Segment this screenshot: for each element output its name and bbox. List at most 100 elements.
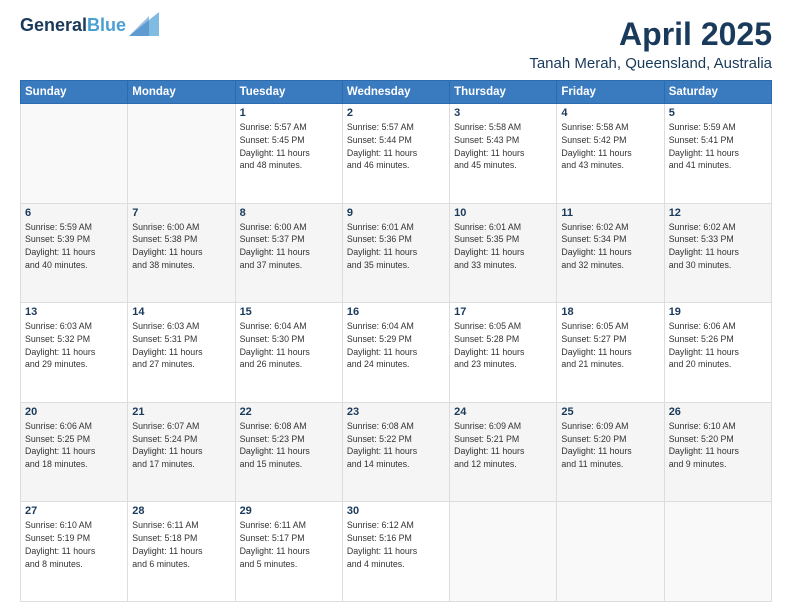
day-info: Sunrise: 5:57 AM Sunset: 5:45 PM Dayligh… xyxy=(240,121,338,172)
day-info: Sunrise: 6:02 AM Sunset: 5:33 PM Dayligh… xyxy=(669,221,767,272)
day-cell: 22 Sunrise: 6:08 AM Sunset: 5:23 PM Dayli… xyxy=(235,402,342,502)
week-row-1: 1Sunrise: 5:57 AM Sunset: 5:45 PM Daylig… xyxy=(21,104,772,204)
day-info: Sunrise: 6:08 AM Sunset: 5:23 PM Dayligh… xyxy=(240,420,338,471)
day-cell: 1Sunrise: 5:57 AM Sunset: 5:45 PM Daylig… xyxy=(235,104,342,204)
day-cell: 14 Sunrise: 6:03 AM Sunset: 5:31 PM Dayli… xyxy=(128,303,235,403)
day-number: 4 xyxy=(561,107,659,119)
day-number: 16 xyxy=(347,306,445,318)
day-cell: 21 Sunrise: 6:07 AM Sunset: 5:24 PM Dayli… xyxy=(128,402,235,502)
day-cell: 8 Sunrise: 6:00 AM Sunset: 5:37 PM Daylig… xyxy=(235,203,342,303)
day-number: 2 xyxy=(347,107,445,119)
day-info: Sunrise: 6:04 AM Sunset: 5:29 PM Dayligh… xyxy=(347,320,445,371)
weekday-wednesday: Wednesday xyxy=(342,81,449,104)
day-cell: 13 Sunrise: 6:03 AM Sunset: 5:32 PM Dayli… xyxy=(21,303,128,403)
week-row-4: 20 Sunrise: 6:06 AM Sunset: 5:25 PM Dayli… xyxy=(21,402,772,502)
day-number: 7 xyxy=(132,207,230,219)
day-number: 5 xyxy=(669,107,767,119)
day-cell: 24 Sunrise: 6:09 AM Sunset: 5:21 PM Dayli… xyxy=(450,402,557,502)
day-info: Sunrise: 6:01 AM Sunset: 5:36 PM Dayligh… xyxy=(347,221,445,272)
day-info: Sunrise: 5:58 AM Sunset: 5:42 PM Dayligh… xyxy=(561,121,659,172)
day-number: 15 xyxy=(240,306,338,318)
logo: GeneralBlue xyxy=(20,16,159,36)
day-number: 20 xyxy=(25,406,123,418)
weekday-friday: Friday xyxy=(557,81,664,104)
day-info: Sunrise: 6:12 AM Sunset: 5:16 PM Dayligh… xyxy=(347,519,445,570)
day-cell: 3 Sunrise: 5:58 AM Sunset: 5:43 PM Daylig… xyxy=(450,104,557,204)
day-info: Sunrise: 6:07 AM Sunset: 5:24 PM Dayligh… xyxy=(132,420,230,471)
day-number: 18 xyxy=(561,306,659,318)
day-number: 10 xyxy=(454,207,552,219)
weekday-header-row: SundayMondayTuesdayWednesdayThursdayFrid… xyxy=(21,81,772,104)
day-info: Sunrise: 6:00 AM Sunset: 5:38 PM Dayligh… xyxy=(132,221,230,272)
day-number: 27 xyxy=(25,505,123,517)
day-info: Sunrise: 6:00 AM Sunset: 5:37 PM Dayligh… xyxy=(240,221,338,272)
day-cell: 27 Sunrise: 6:10 AM Sunset: 5:19 PM Dayli… xyxy=(21,502,128,602)
title-block: April 2025 Tanah Merah, Queensland, Aust… xyxy=(529,16,772,72)
day-number: 28 xyxy=(132,505,230,517)
day-cell: 5 Sunrise: 5:59 AM Sunset: 5:41 PM Daylig… xyxy=(664,104,771,204)
day-info: Sunrise: 6:10 AM Sunset: 5:20 PM Dayligh… xyxy=(669,420,767,471)
day-cell: 25 Sunrise: 6:09 AM Sunset: 5:20 PM Dayli… xyxy=(557,402,664,502)
day-info: Sunrise: 6:11 AM Sunset: 5:18 PM Dayligh… xyxy=(132,519,230,570)
day-number: 13 xyxy=(25,306,123,318)
day-number: 17 xyxy=(454,306,552,318)
day-cell: 29Sunrise: 6:11 AM Sunset: 5:17 PM Dayli… xyxy=(235,502,342,602)
day-cell xyxy=(664,502,771,602)
day-info: Sunrise: 6:08 AM Sunset: 5:22 PM Dayligh… xyxy=(347,420,445,471)
day-cell: 15Sunrise: 6:04 AM Sunset: 5:30 PM Dayli… xyxy=(235,303,342,403)
day-info: Sunrise: 6:01 AM Sunset: 5:35 PM Dayligh… xyxy=(454,221,552,272)
day-number: 14 xyxy=(132,306,230,318)
day-number: 6 xyxy=(25,207,123,219)
day-number: 24 xyxy=(454,406,552,418)
day-cell: 12Sunrise: 6:02 AM Sunset: 5:33 PM Dayli… xyxy=(664,203,771,303)
day-cell: 6 Sunrise: 5:59 AM Sunset: 5:39 PM Daylig… xyxy=(21,203,128,303)
day-info: Sunrise: 6:03 AM Sunset: 5:31 PM Dayligh… xyxy=(132,320,230,371)
day-info: Sunrise: 6:09 AM Sunset: 5:20 PM Dayligh… xyxy=(561,420,659,471)
weekday-monday: Monday xyxy=(128,81,235,104)
day-number: 8 xyxy=(240,207,338,219)
day-cell: 11Sunrise: 6:02 AM Sunset: 5:34 PM Dayli… xyxy=(557,203,664,303)
day-cell xyxy=(557,502,664,602)
day-number: 3 xyxy=(454,107,552,119)
week-row-3: 13 Sunrise: 6:03 AM Sunset: 5:32 PM Dayli… xyxy=(21,303,772,403)
day-number: 9 xyxy=(347,207,445,219)
day-number: 30 xyxy=(347,505,445,517)
calendar-table: SundayMondayTuesdayWednesdayThursdayFrid… xyxy=(20,80,772,602)
day-info: Sunrise: 6:03 AM Sunset: 5:32 PM Dayligh… xyxy=(25,320,123,371)
logo-icon xyxy=(129,12,159,36)
day-info: Sunrise: 6:05 AM Sunset: 5:27 PM Dayligh… xyxy=(561,320,659,371)
day-info: Sunrise: 5:59 AM Sunset: 5:39 PM Dayligh… xyxy=(25,221,123,272)
day-cell: 7 Sunrise: 6:00 AM Sunset: 5:38 PM Daylig… xyxy=(128,203,235,303)
weekday-tuesday: Tuesday xyxy=(235,81,342,104)
day-cell: 16 Sunrise: 6:04 AM Sunset: 5:29 PM Dayli… xyxy=(342,303,449,403)
day-info: Sunrise: 6:11 AM Sunset: 5:17 PM Dayligh… xyxy=(240,519,338,570)
day-info: Sunrise: 6:06 AM Sunset: 5:26 PM Dayligh… xyxy=(669,320,767,371)
day-info: Sunrise: 5:59 AM Sunset: 5:41 PM Dayligh… xyxy=(669,121,767,172)
day-cell: 17Sunrise: 6:05 AM Sunset: 5:28 PM Dayli… xyxy=(450,303,557,403)
day-cell xyxy=(21,104,128,204)
day-cell xyxy=(128,104,235,204)
day-number: 22 xyxy=(240,406,338,418)
day-info: Sunrise: 6:02 AM Sunset: 5:34 PM Dayligh… xyxy=(561,221,659,272)
header: GeneralBlue April 2025 Tanah Merah, Quee… xyxy=(20,16,772,72)
day-cell: 18 Sunrise: 6:05 AM Sunset: 5:27 PM Dayli… xyxy=(557,303,664,403)
week-row-2: 6 Sunrise: 5:59 AM Sunset: 5:39 PM Daylig… xyxy=(21,203,772,303)
day-cell: 4 Sunrise: 5:58 AM Sunset: 5:42 PM Daylig… xyxy=(557,104,664,204)
weekday-saturday: Saturday xyxy=(664,81,771,104)
day-number: 25 xyxy=(561,406,659,418)
day-info: Sunrise: 5:58 AM Sunset: 5:43 PM Dayligh… xyxy=(454,121,552,172)
day-number: 23 xyxy=(347,406,445,418)
day-number: 26 xyxy=(669,406,767,418)
day-info: Sunrise: 6:09 AM Sunset: 5:21 PM Dayligh… xyxy=(454,420,552,471)
day-info: Sunrise: 6:10 AM Sunset: 5:19 PM Dayligh… xyxy=(25,519,123,570)
day-cell: 26 Sunrise: 6:10 AM Sunset: 5:20 PM Dayli… xyxy=(664,402,771,502)
day-cell: 2Sunrise: 5:57 AM Sunset: 5:44 PM Daylig… xyxy=(342,104,449,204)
day-cell: 20 Sunrise: 6:06 AM Sunset: 5:25 PM Dayli… xyxy=(21,402,128,502)
day-info: Sunrise: 6:06 AM Sunset: 5:25 PM Dayligh… xyxy=(25,420,123,471)
day-number: 21 xyxy=(132,406,230,418)
day-cell: 9 Sunrise: 6:01 AM Sunset: 5:36 PM Daylig… xyxy=(342,203,449,303)
day-cell: 10 Sunrise: 6:01 AM Sunset: 5:35 PM Dayli… xyxy=(450,203,557,303)
day-cell: 30 Sunrise: 6:12 AM Sunset: 5:16 PM Dayli… xyxy=(342,502,449,602)
subtitle: Tanah Merah, Queensland, Australia xyxy=(529,55,772,72)
weekday-sunday: Sunday xyxy=(21,81,128,104)
